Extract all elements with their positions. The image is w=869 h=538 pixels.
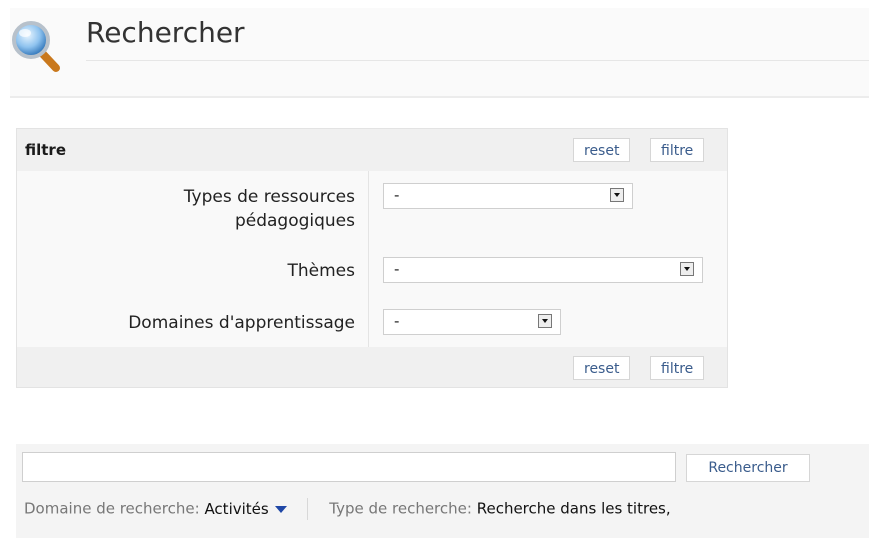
chevron-down-icon [538, 314, 552, 328]
search-options: Domaine de recherche: Activités Type de … [24, 498, 671, 520]
search-panel: Rechercher Domaine de recherche: Activit… [16, 444, 869, 538]
themes-value: - [394, 260, 400, 278]
page-title: Rechercher [86, 16, 245, 49]
search-domain-dropdown[interactable]: Activités [204, 499, 287, 518]
resource-types-select[interactable]: - [383, 183, 633, 209]
filter-toolbar-bottom: reset filtre [17, 347, 727, 387]
resource-types-label-line1: Types de ressources [183, 187, 355, 207]
options-divider [307, 498, 309, 520]
reset-button-bottom[interactable]: reset [573, 356, 631, 380]
search-type-label: Type de recherche: [329, 499, 472, 518]
search-button[interactable]: Rechercher [686, 454, 810, 482]
learning-domains-select[interactable]: - [383, 309, 561, 335]
chevron-down-icon [680, 262, 694, 276]
magnifier-icon [12, 21, 60, 72]
learning-domains-label: Domaines d'apprentissage [128, 313, 355, 333]
themes-select[interactable]: - [383, 257, 703, 283]
search-domain-value: Activités [204, 499, 269, 518]
chevron-down-icon [610, 188, 624, 202]
filter-button-bottom[interactable]: filtre [650, 356, 705, 380]
page-header: Rechercher [10, 8, 869, 98]
label-column-divider [368, 171, 369, 347]
themes-label: Thèmes [287, 261, 356, 281]
reset-button-top[interactable]: reset [573, 138, 631, 162]
header-divider [86, 60, 869, 61]
caret-down-icon [274, 505, 287, 513]
filter-title: filtre [25, 141, 67, 159]
resource-types-label-line2: pédagogiques [234, 211, 355, 231]
filter-panel: filtre reset filtre Types de ressources … [16, 128, 728, 388]
learning-domains-value: - [394, 312, 400, 330]
filter-fields: Types de ressources pédagogiques - Thème… [17, 171, 727, 347]
search-domain-label: Domaine de recherche: [24, 499, 200, 518]
resource-types-label: Types de ressources pédagogiques [184, 185, 355, 233]
resource-types-value: - [394, 186, 400, 204]
filter-button-top[interactable]: filtre [650, 138, 705, 162]
filter-toolbar-top: filtre reset filtre [17, 129, 727, 171]
search-type-value[interactable]: Recherche dans les titres, [477, 500, 671, 518]
search-input[interactable] [22, 452, 676, 482]
